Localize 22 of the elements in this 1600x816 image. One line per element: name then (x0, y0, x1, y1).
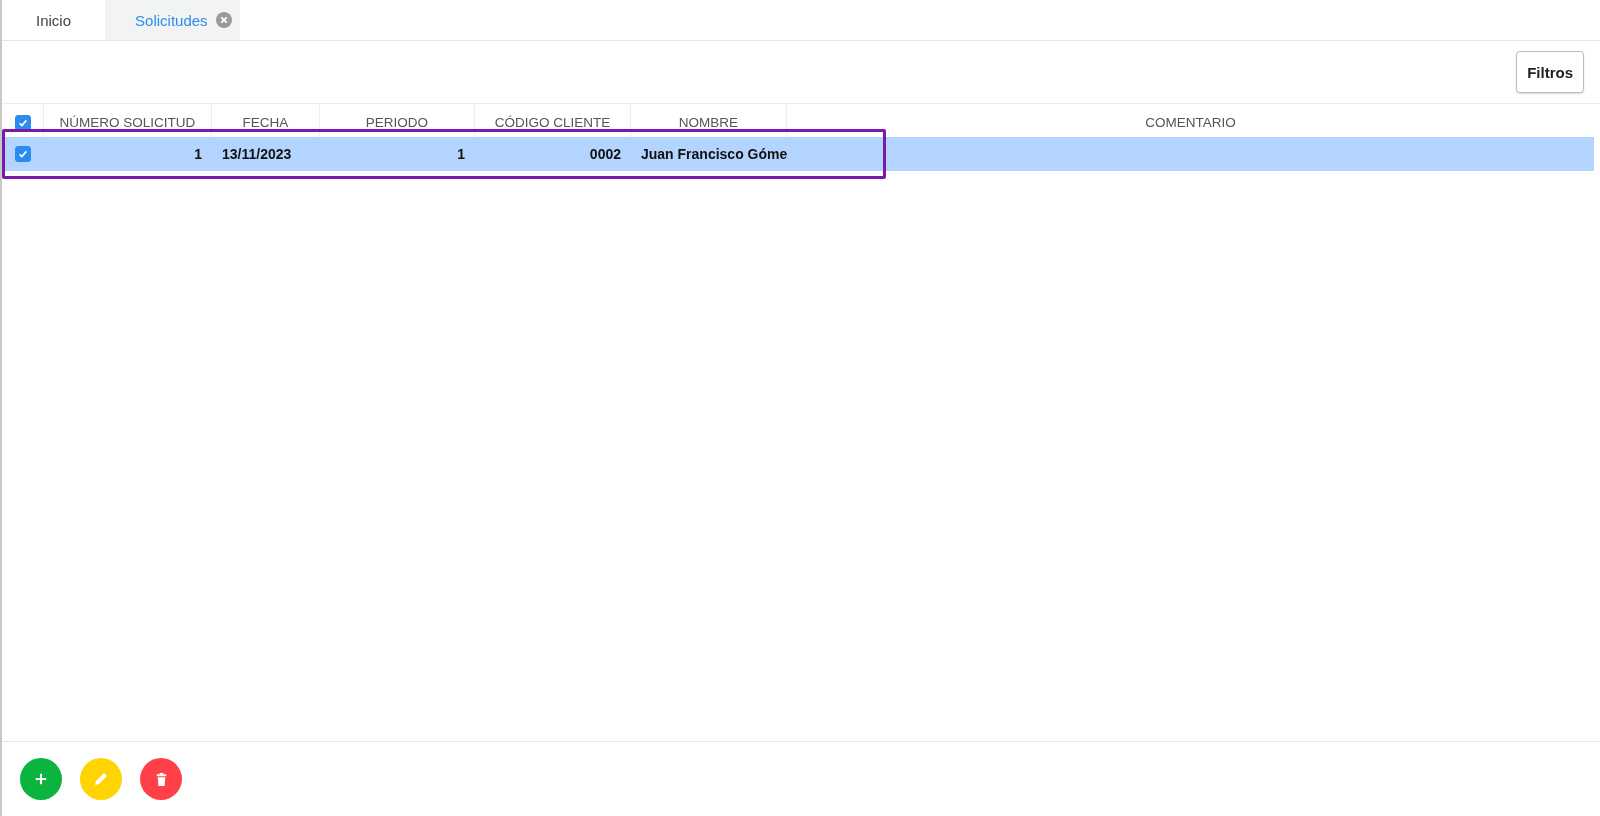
column-header[interactable]: CÓDIGO CLIENTE (494, 115, 611, 130)
column-header[interactable]: NÚMERO SOLICITUD (59, 115, 196, 130)
table-cell: Juan Francisco Góme (641, 146, 787, 162)
table-cell: 1 (194, 146, 202, 162)
table-cell: 1 (457, 146, 465, 162)
table-row[interactable]: 1 13/11/2023 1 0002 Juan Francisco Góme (2, 137, 1594, 171)
column-header[interactable]: PERIODO (365, 115, 429, 130)
row-checkbox[interactable] (15, 146, 31, 162)
plus-icon (34, 772, 48, 786)
tab[interactable]: Inicio (2, 0, 106, 40)
table-cell: 0002 (589, 146, 621, 162)
close-icon[interactable] (215, 12, 232, 28)
column-header[interactable]: FECHA (242, 115, 289, 130)
select-all-checkbox[interactable] (14, 114, 31, 131)
filter-button[interactable]: Filtros (1516, 51, 1584, 93)
column-header[interactable]: COMENTARIO (1145, 115, 1236, 130)
check-icon (17, 148, 29, 160)
add-button[interactable] (20, 758, 62, 800)
delete-button[interactable] (140, 758, 182, 800)
pencil-icon (93, 771, 109, 787)
table-cell: 13/11/2023 (222, 146, 292, 162)
column-header[interactable]: NOMBRE (678, 115, 739, 130)
